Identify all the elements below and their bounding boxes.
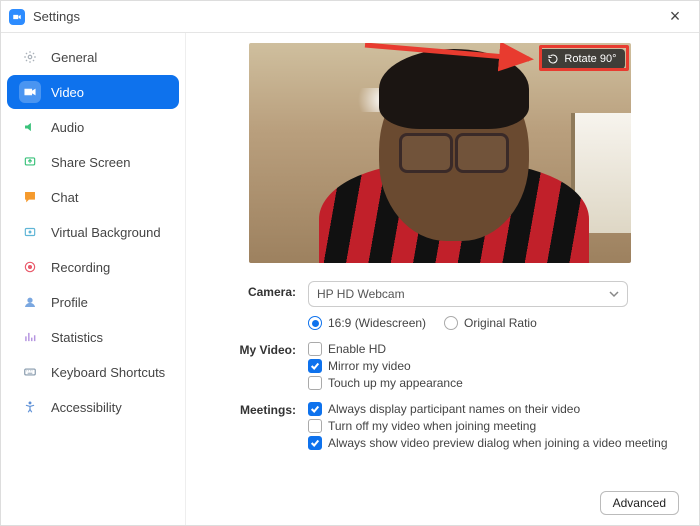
sidebar-item-statistics[interactable]: Statistics	[7, 320, 179, 354]
gear-icon	[19, 46, 41, 68]
sidebar-item-video[interactable]: Video	[7, 75, 179, 109]
radio-icon	[444, 316, 458, 330]
checkbox-icon	[308, 436, 322, 450]
checkbox-label: Mirror my video	[328, 359, 411, 373]
rotate-90-label: Rotate 90°	[564, 53, 616, 65]
sidebar-item-label: Share Screen	[51, 155, 131, 170]
sidebar-item-virtual-background[interactable]: Virtual Background	[7, 215, 179, 249]
meetings-checkbox[interactable]: Always show video preview dialog when jo…	[308, 436, 679, 450]
camera-selected-value: HP HD Webcam	[317, 287, 405, 301]
checkbox-icon	[308, 342, 322, 356]
sidebar-item-label: Statistics	[51, 330, 103, 345]
sidebar-item-recording[interactable]: Recording	[7, 250, 179, 284]
sidebar-item-label: Accessibility	[51, 400, 122, 415]
meetings-label: Meetings:	[200, 399, 308, 453]
window-title: Settings	[33, 9, 659, 24]
sidebar-item-accessibility[interactable]: Accessibility	[7, 390, 179, 424]
radio-label: Original Ratio	[464, 316, 537, 330]
checkbox-icon	[308, 419, 322, 433]
checkbox-label: Touch up my appearance	[328, 376, 463, 390]
sidebar-item-label: Audio	[51, 120, 84, 135]
camera-select[interactable]: HP HD Webcam	[308, 281, 628, 307]
radio-icon	[308, 316, 322, 330]
sidebar-item-keyboard-shortcuts[interactable]: Keyboard Shortcuts	[7, 355, 179, 389]
stats-icon	[19, 326, 41, 348]
my-video-label: My Video:	[200, 339, 308, 393]
checkbox-label: Turn off my video when joining meeting	[328, 419, 536, 433]
my-video-checkbox[interactable]: Enable HD	[308, 342, 679, 356]
record-icon	[19, 256, 41, 278]
advanced-button[interactable]: Advanced	[600, 491, 679, 515]
checkbox-icon	[308, 402, 322, 416]
sidebar-item-audio[interactable]: Audio	[7, 110, 179, 144]
radio-label: 16:9 (Widescreen)	[328, 316, 426, 330]
sidebar-item-chat[interactable]: Chat	[7, 180, 179, 214]
profile-icon	[19, 291, 41, 313]
content-pane: Rotate 90° Camera: HP HD Webcam	[186, 33, 699, 525]
virtual-icon	[19, 221, 41, 243]
sidebar-item-label: Video	[51, 85, 84, 100]
video-preview: Rotate 90°	[249, 43, 631, 263]
advanced-button-label: Advanced	[613, 496, 666, 510]
sidebar-item-general[interactable]: General	[7, 40, 179, 74]
checkbox-label: Always display participant names on thei…	[328, 402, 580, 416]
sidebar-item-label: General	[51, 50, 97, 65]
my-video-checkbox[interactable]: Touch up my appearance	[308, 376, 679, 390]
sidebar-item-label: Keyboard Shortcuts	[51, 365, 165, 380]
rotate-90-button[interactable]: Rotate 90°	[539, 49, 624, 69]
sidebar-item-label: Chat	[51, 190, 78, 205]
my-video-checkbox[interactable]: Mirror my video	[308, 359, 679, 373]
camera-label: Camera:	[200, 281, 308, 333]
checkbox-icon	[308, 359, 322, 373]
checkbox-label: Always show video preview dialog when jo…	[328, 436, 668, 450]
keyboard-icon	[19, 361, 41, 383]
share-icon	[19, 151, 41, 173]
aspect-ratio-radio[interactable]: 16:9 (Widescreen)	[308, 316, 426, 330]
close-button[interactable]: ×	[659, 6, 691, 27]
settings-window: Settings × General Video Audio Share Scr…	[0, 0, 700, 526]
sidebar-item-label: Recording	[51, 260, 110, 275]
video-settings-form: Camera: HP HD Webcam 16:9 (Widescreen) O…	[200, 281, 679, 453]
meetings-checkbox[interactable]: Always display participant names on thei…	[308, 402, 679, 416]
titlebar: Settings ×	[1, 1, 699, 33]
video-icon	[19, 81, 41, 103]
aspect-ratio-radio[interactable]: Original Ratio	[444, 316, 537, 330]
accessibility-icon	[19, 396, 41, 418]
checkbox-icon	[308, 376, 322, 390]
audio-icon	[19, 116, 41, 138]
meetings-checkbox[interactable]: Turn off my video when joining meeting	[308, 419, 679, 433]
sidebar-item-profile[interactable]: Profile	[7, 285, 179, 319]
sidebar-item-label: Profile	[51, 295, 88, 310]
chat-icon	[19, 186, 41, 208]
sidebar-item-label: Virtual Background	[51, 225, 161, 240]
sidebar-item-share-screen[interactable]: Share Screen	[7, 145, 179, 179]
sidebar: General Video Audio Share Screen Chat Vi…	[1, 33, 186, 525]
checkbox-label: Enable HD	[328, 342, 386, 356]
app-icon	[9, 9, 25, 25]
